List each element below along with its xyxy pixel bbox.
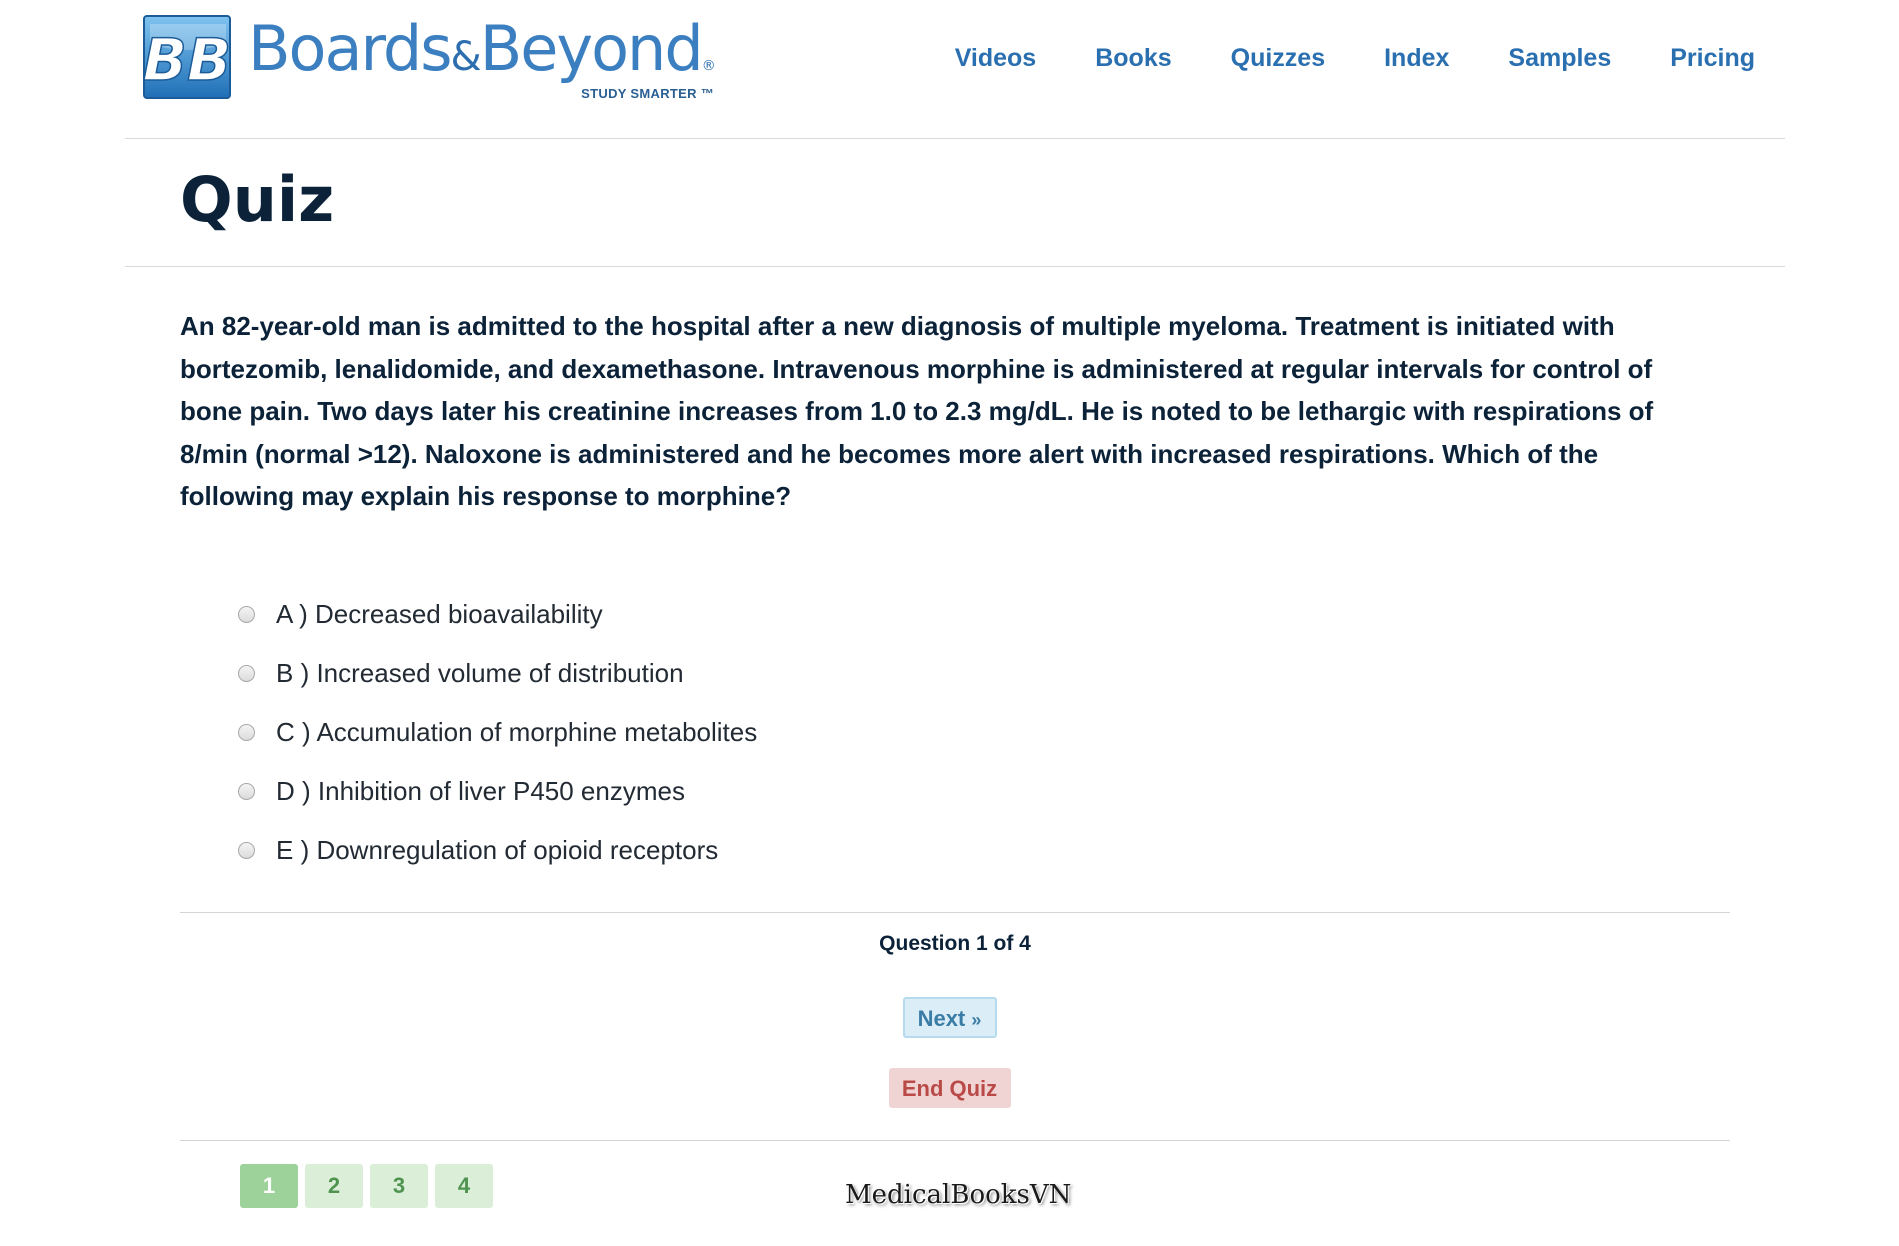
page-button-3[interactable]: 3 (370, 1164, 428, 1208)
nav-samples[interactable]: Samples (1508, 44, 1611, 73)
site-header: BB Boards&Beyond® STUDY SMARTER ™ Videos… (125, 0, 1785, 139)
bb-logo-icon: BB (142, 14, 232, 100)
option-a-label: A ) Decreased bioavailability (276, 599, 603, 629)
radio-b[interactable] (238, 665, 255, 682)
radio-a[interactable] (238, 606, 255, 623)
brand-wordmark: Boards&Beyond® STUDY SMARTER ™ (248, 18, 718, 108)
svg-text:BB: BB (143, 26, 231, 94)
divider-top (180, 912, 1730, 913)
watermark: MedicalBooksVN (845, 1180, 1072, 1210)
brand-name: Boards&Beyond® (248, 18, 718, 80)
question-text: An 82-year-old man is admitted to the ho… (180, 311, 1654, 511)
page-button-2[interactable]: 2 (305, 1164, 363, 1208)
nav-videos[interactable]: Videos (955, 44, 1037, 73)
option-d-label: D ) Inhibition of liver P450 enzymes (276, 776, 685, 806)
option-e-label: E ) Downregulation of opioid receptors (276, 835, 719, 865)
page-title: Quiz (180, 163, 335, 236)
nav-pricing[interactable]: Pricing (1670, 44, 1755, 73)
brand-name-part1: Boards (248, 12, 453, 85)
next-button-label: Next (917, 1006, 966, 1031)
page-button-4[interactable]: 4 (435, 1164, 493, 1208)
radio-c[interactable] (238, 724, 255, 741)
option-e[interactable]: E ) Downregulation of opioid receptors (238, 821, 757, 880)
question-progress: Question 1 of 4 (879, 932, 1031, 955)
brand-tagline: STUDY SMARTER ™ (581, 86, 714, 101)
radio-d[interactable] (238, 783, 255, 800)
brand-name-part2: Beyond (479, 12, 704, 85)
nav-index[interactable]: Index (1384, 44, 1449, 73)
radio-e[interactable] (238, 842, 255, 859)
brand-logo[interactable]: BB Boards&Beyond® STUDY SMARTER ™ (142, 14, 718, 104)
option-b[interactable]: B ) Increased volume of distribution (238, 644, 757, 703)
option-c-label: C ) Accumulation of morphine metabolites (276, 717, 758, 747)
question-pager: 1 2 3 4 (240, 1164, 493, 1208)
divider-bottom (180, 1140, 1730, 1141)
nav-books[interactable]: Books (1095, 44, 1171, 73)
answer-options: A ) Decreased bioavailability B ) Increa… (238, 585, 757, 880)
main-nav: Videos Books Quizzes Index Samples Prici… (955, 44, 1755, 73)
title-section: Quiz (125, 138, 1785, 267)
end-quiz-button[interactable]: End Quiz (888, 1068, 1011, 1108)
next-arrow-icon: » (971, 1010, 982, 1030)
registered-mark: ® (701, 58, 716, 74)
option-d[interactable]: D ) Inhibition of liver P450 enzymes (238, 762, 757, 821)
option-c[interactable]: C ) Accumulation of morphine metabolites (238, 703, 757, 762)
page-button-1[interactable]: 1 (240, 1164, 298, 1208)
next-button[interactable]: Next » (902, 997, 997, 1038)
option-b-label: B ) Increased volume of distribution (276, 658, 684, 688)
nav-quizzes[interactable]: Quizzes (1231, 44, 1325, 73)
brand-name-amp: & (450, 34, 482, 80)
option-a[interactable]: A ) Decreased bioavailability (238, 585, 757, 644)
